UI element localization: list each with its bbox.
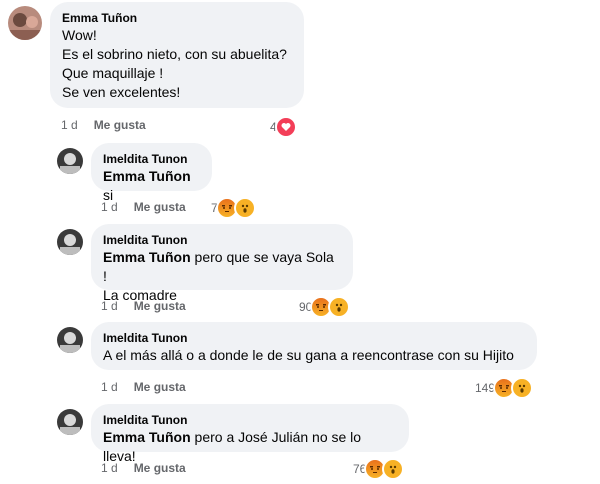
comment-author[interactable]: Emma Tuñon bbox=[62, 10, 292, 26]
reply-bubble: Imeldita Tunon Emma Tuñon si bbox=[91, 143, 212, 203]
comment-bubble: Emma Tuñon Wow! Es el sobrino nieto, con… bbox=[50, 2, 304, 108]
like-button[interactable]: Me gusta bbox=[134, 200, 186, 214]
like-button[interactable]: Me gusta bbox=[134, 299, 186, 313]
avatar[interactable] bbox=[57, 229, 83, 255]
reply-author[interactable]: Imeldita Tunon bbox=[103, 151, 200, 167]
comment-timestamp[interactable]: 1 d bbox=[61, 118, 78, 132]
reply-bubble: Imeldita Tunon Emma Tuñon pero que se va… bbox=[91, 224, 353, 303]
wow-icon bbox=[511, 377, 534, 399]
avatar-photo bbox=[60, 234, 80, 255]
like-button[interactable]: Me gusta bbox=[94, 118, 146, 132]
comment-timestamp[interactable]: 1 d bbox=[101, 299, 118, 313]
avatar[interactable] bbox=[57, 327, 83, 353]
reaction-summary[interactable]: 76 bbox=[351, 458, 407, 480]
reply-author[interactable]: Imeldita Tunon bbox=[103, 412, 397, 428]
avatar[interactable] bbox=[57, 409, 83, 435]
comment-actions: 1 d Me gusta bbox=[101, 299, 186, 313]
like-button[interactable]: Me gusta bbox=[134, 380, 186, 394]
reply-author[interactable]: Imeldita Tunon bbox=[103, 330, 525, 346]
comment-actions: 1 d Me gusta bbox=[101, 461, 186, 475]
reaction-summary[interactable]: 7 bbox=[209, 197, 258, 219]
reaction-summary[interactable]: 149 bbox=[473, 377, 536, 399]
mention-tag[interactable]: Emma Tuñon bbox=[103, 429, 191, 445]
comment-actions: 1 d Me gusta bbox=[101, 200, 186, 214]
mention-tag[interactable]: Emma Tuñon bbox=[103, 249, 191, 265]
wow-icon bbox=[328, 296, 351, 318]
comment-timestamp[interactable]: 1 d bbox=[101, 461, 118, 475]
reaction-summary[interactable]: 4 bbox=[268, 116, 299, 138]
reply-bubble: Imeldita Tunon A el más allá o a donde l… bbox=[91, 322, 537, 370]
wow-icon bbox=[382, 458, 405, 480]
wow-icon bbox=[233, 197, 256, 219]
heart-icon bbox=[274, 116, 297, 138]
reply-author[interactable]: Imeldita Tunon bbox=[103, 232, 341, 248]
like-button[interactable]: Me gusta bbox=[134, 461, 186, 475]
comment-timestamp[interactable]: 1 d bbox=[101, 380, 118, 394]
reply-bubble: Imeldita Tunon Emma Tuñon pero a José Ju… bbox=[91, 404, 409, 464]
reaction-summary[interactable]: 90 bbox=[297, 296, 353, 318]
avatar-photo bbox=[60, 332, 80, 353]
comment-timestamp[interactable]: 1 d bbox=[101, 200, 118, 214]
avatar-photo bbox=[8, 13, 42, 40]
reaction-count: 149 bbox=[475, 381, 496, 395]
avatar-photo bbox=[60, 153, 80, 174]
avatar[interactable] bbox=[8, 6, 42, 40]
avatar[interactable] bbox=[57, 148, 83, 174]
comment-actions: 1 d Me gusta bbox=[101, 380, 186, 394]
avatar-photo bbox=[60, 414, 80, 435]
comment-actions: 1 d Me gusta bbox=[61, 118, 146, 132]
mention-tag[interactable]: Emma Tuñon bbox=[103, 168, 191, 184]
comment-text: Wow! Es el sobrino nieto, con su abuelit… bbox=[62, 27, 287, 100]
reply-text: A el más allá o a donde le de su gana a … bbox=[103, 347, 514, 363]
